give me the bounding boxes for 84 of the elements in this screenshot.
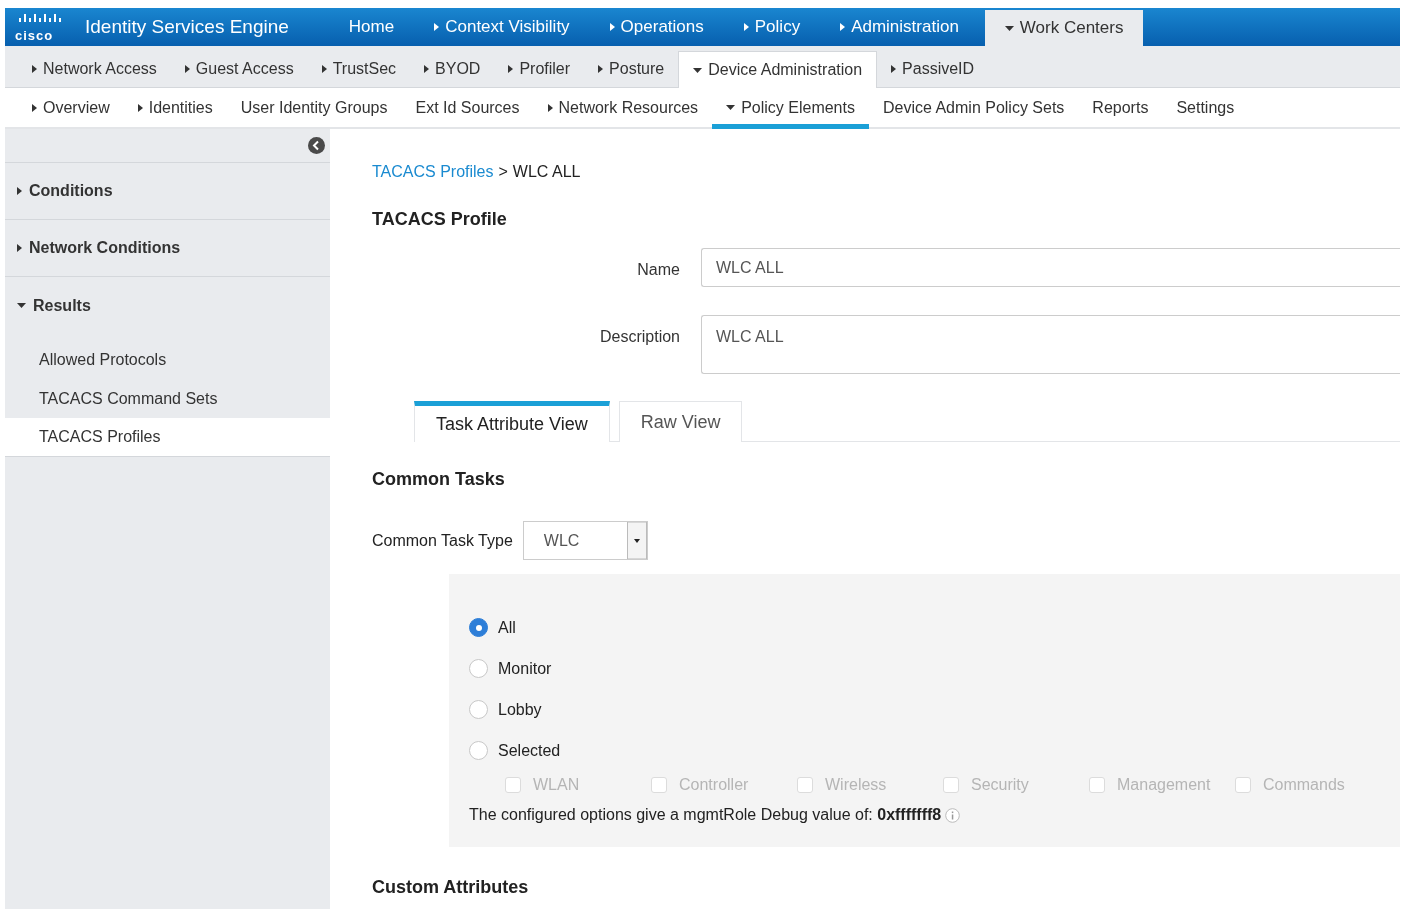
breadcrumb-separator: >: [498, 162, 508, 182]
caret-right-icon: [743, 23, 749, 31]
radio-label: Selected: [498, 740, 561, 761]
view-tab[interactable]: Task Attribute View: [414, 401, 610, 442]
nav-tab[interactable]: Network Access: [27, 51, 171, 87]
sidebar-item[interactable]: TACACS Command Sets: [5, 379, 330, 418]
nav-tab[interactable]: Ext Id Sources: [401, 91, 534, 129]
radio-button[interactable]: [469, 618, 488, 637]
caret-right-icon: [609, 23, 615, 31]
logo-icon: [19, 14, 61, 22]
nav-tab[interactable]: Context Visibility: [414, 8, 590, 46]
radio-label: Lobby: [498, 699, 542, 720]
sidebar-section[interactable]: Results: [5, 277, 330, 334]
sidebar-item[interactable]: TACACS Profiles: [5, 418, 330, 457]
view-tab[interactable]: Raw View: [618, 401, 743, 442]
nav-tab[interactable]: Posture: [584, 51, 679, 87]
checkbox-label: Management: [1117, 775, 1211, 795]
description-field[interactable]: WLC ALL: [701, 315, 1400, 374]
checkbox-label: WLAN: [533, 775, 580, 795]
radio-label: All: [498, 617, 516, 638]
caret-down-icon: [17, 303, 26, 308]
caret-down-icon: [726, 105, 736, 110]
nav-tab[interactable]: Identities: [123, 91, 227, 129]
breadcrumb-current: WLC ALL: [512, 162, 581, 182]
logo-text: cisco: [15, 29, 54, 42]
caret-down-icon: [693, 67, 703, 73]
checkbox-label: Commands: [1263, 775, 1345, 795]
collapse-icon[interactable]: [308, 137, 325, 154]
caret-right-icon: [184, 65, 190, 73]
nav-tab[interactable]: Profiler: [494, 51, 585, 87]
debug-value-text: The configured options give a mgmtRole Debug value of: 0xfffffff8: [469, 805, 942, 825]
nav-tab[interactable]: Device Admin Policy Sets: [868, 91, 1079, 129]
nav-tab[interactable]: Network Resources: [533, 91, 713, 129]
checkbox-label: Wireless: [825, 775, 887, 795]
sidebar-item[interactable]: Allowed Protocols: [5, 340, 330, 379]
product-title: Identity Services Engine: [85, 14, 289, 39]
caret-right-icon: [321, 65, 327, 73]
nav-tab[interactable]: TrustSec: [307, 51, 411, 87]
caret-right-icon: [508, 65, 514, 73]
info-icon[interactable]: [945, 807, 961, 823]
caret-down-icon: [1004, 25, 1014, 31]
checkbox-label: Security: [971, 775, 1029, 795]
nav-tab[interactable]: Home: [328, 8, 415, 46]
nav-tab[interactable]: Guest Access: [170, 51, 308, 87]
checkbox-label: Controller: [679, 775, 749, 795]
dropdown-arrow-icon: [626, 522, 647, 559]
caret-right-icon: [17, 244, 22, 252]
field-label: Common Task Type: [372, 530, 513, 551]
caret-right-icon: [891, 65, 897, 73]
caret-right-icon: [840, 23, 846, 31]
nav-tab[interactable]: User Identity Groups: [226, 91, 402, 129]
radio-button[interactable]: [469, 659, 488, 678]
caret-right-icon: [32, 103, 37, 112]
task-type-select[interactable]: WLC: [522, 521, 648, 560]
radio-button[interactable]: [469, 700, 488, 719]
nav-tab[interactable]: Administration: [820, 8, 979, 46]
sidebar-section[interactable]: Conditions: [5, 163, 330, 220]
radio-button[interactable]: [469, 741, 488, 760]
name-field[interactable]: WLC ALL: [701, 248, 1400, 287]
section-heading: Common Tasks: [372, 468, 506, 491]
nav-tab[interactable]: Policy: [723, 8, 821, 46]
nav-tab[interactable]: Operations: [589, 8, 724, 46]
caret-right-icon: [434, 23, 440, 31]
field-label: Name: [636, 260, 680, 280]
breadcrumb-link[interactable]: TACACS Profiles: [372, 160, 494, 184]
nav-tab[interactable]: BYOD: [410, 51, 495, 87]
caret-right-icon: [32, 65, 37, 73]
nav-tab[interactable]: Overview: [27, 91, 124, 129]
caret-right-icon: [424, 65, 430, 73]
radio-label: Monitor: [498, 658, 552, 679]
caret-right-icon: [137, 103, 143, 112]
caret-right-icon: [547, 103, 553, 112]
nav-tab[interactable]: Settings: [1162, 91, 1249, 129]
nav-tab[interactable]: Policy Elements: [712, 91, 869, 129]
section-heading: TACACS Profile: [372, 208, 508, 231]
nav-tab[interactable]: Reports: [1078, 91, 1163, 129]
section-heading: Custom Attributes: [372, 876, 530, 899]
caret-right-icon: [598, 65, 604, 73]
nav-tab[interactable]: Device Administration: [678, 51, 878, 88]
caret-right-icon: [17, 187, 22, 195]
field-label: Description: [598, 327, 680, 347]
nav-tab[interactable]: PassiveID: [877, 51, 989, 87]
sidebar-section[interactable]: Network Conditions: [5, 220, 330, 277]
nav-tab[interactable]: Work Centers: [984, 10, 1144, 46]
